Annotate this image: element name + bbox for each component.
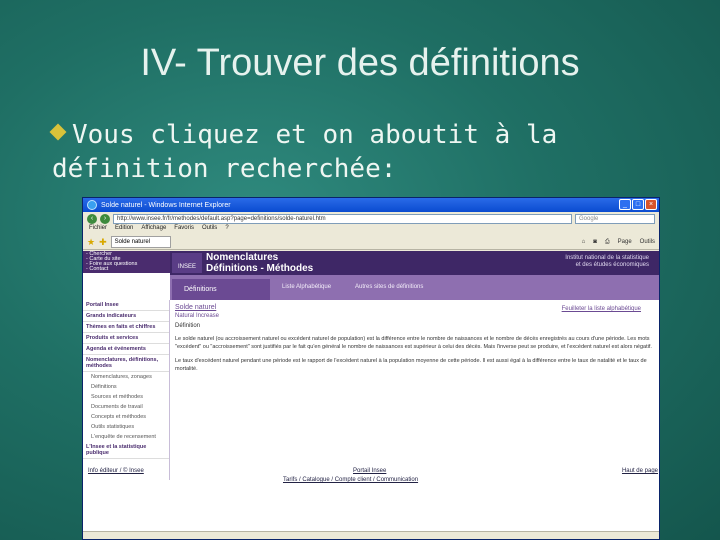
sidebar-item[interactable]: Documents de travail	[83, 402, 169, 412]
back-icon[interactable]: ‹	[87, 213, 97, 224]
browser-screenshot: Solde naturel - Windows Internet Explore…	[82, 197, 660, 540]
sidebar-item[interactable]: L'enquête de recensement	[83, 432, 169, 442]
minimize-icon[interactable]: _	[619, 199, 631, 210]
sidebar-item[interactable]: Nomenclatures, définitions, méthodes	[83, 355, 169, 372]
sidebar-item[interactable]: L'Insee et la statistique publique	[83, 442, 169, 459]
window-titlebar: Solde naturel - Windows Internet Explore…	[83, 198, 659, 212]
status-bar	[83, 531, 659, 539]
home-icon[interactable]: ⌂	[582, 239, 586, 246]
web-page: - Chercher - Carte du site - Foire aux q…	[83, 251, 659, 539]
menu-item[interactable]: Affichage	[141, 225, 166, 235]
site-banner: INSEE Nomenclatures Définitions - Méthod…	[170, 251, 659, 275]
menu-item[interactable]: Edition	[115, 225, 133, 235]
brand-line: Institut national de la statistique	[565, 255, 649, 261]
browse-alphabetical-link[interactable]: Feuilleter la liste alphabétique	[562, 306, 641, 312]
url-input[interactable]: http://www.insee.fr/fr/methodes/default.…	[113, 213, 572, 224]
section-heading: Définition	[175, 323, 201, 329]
menu-bar: Fichier Edition Affichage Favoris Outils…	[83, 225, 659, 235]
search-input[interactable]: Google	[575, 213, 655, 224]
section-nav: Définitions Liste Alphabétique Autres si…	[170, 275, 659, 300]
sidebar-item[interactable]: Portail Insee	[83, 300, 169, 311]
brand-line: et des études économiques	[575, 262, 649, 268]
menu-item[interactable]: Outils	[202, 225, 217, 235]
sidebar-item[interactable]: Outils statistiques	[83, 422, 169, 432]
favorites-star-icon[interactable]: ★	[87, 237, 95, 248]
maximize-icon[interactable]: □	[632, 199, 644, 210]
banner-title-2: Définitions - Méthodes	[206, 263, 314, 274]
sidebar-item[interactable]: Sources et méthodes	[83, 392, 169, 402]
slide-title: IV- Trouver des définitions	[140, 42, 580, 84]
left-sidebar: Portail Insee Grands indicateurs Thèmes en…	[83, 300, 170, 480]
footer-top-link[interactable]: Haut de page	[622, 468, 658, 474]
sidebar-item[interactable]: Produits et services	[83, 333, 169, 344]
bullet-line-1: Vous cliquez et on aboutit à la	[72, 120, 558, 150]
menu-item[interactable]: Favoris	[174, 225, 194, 235]
link-other-sites[interactable]: Autres sites de définitions	[355, 284, 423, 290]
address-bar: ‹ › http://www.insee.fr/fr/methodes/defa…	[83, 212, 659, 225]
insee-logo[interactable]: INSEE	[172, 253, 202, 273]
feeds-icon[interactable]: ◙	[593, 239, 597, 246]
definition-subtitle: Natural Increase	[175, 313, 220, 319]
footer-links[interactable]: Tarifs / Catalogue / Compte client / Com…	[283, 477, 418, 483]
menu-item[interactable]: Fichier	[89, 225, 107, 235]
sidebar-item[interactable]: Agenda et événements	[83, 344, 169, 355]
footer-portal-link[interactable]: Portail Insee	[353, 468, 386, 474]
favorites-toolbar: ★ ✚ Solde naturel ⌂ ◙ ⎙ Page Outils	[83, 235, 659, 250]
diamond-bullet-icon	[49, 123, 67, 141]
brand-text: Institut national de la statistique et d…	[565, 255, 649, 269]
browser-tab[interactable]: Solde naturel	[110, 236, 171, 248]
add-favorite-icon[interactable]: ✚	[99, 237, 107, 248]
sidebar-item[interactable]: Nomenclatures, zonages	[83, 372, 169, 382]
tools-menu[interactable]: Outils	[640, 239, 655, 246]
nav-link[interactable]: - Contact	[86, 266, 167, 272]
ie-logo-icon	[87, 200, 97, 210]
definition-paragraph: Le solde naturel (ou accroissement natur…	[175, 336, 652, 350]
bullet-text: Vous cliquez et on aboutit à la définiti…	[52, 118, 672, 186]
link-alphabetical[interactable]: Liste Alphabétique	[282, 284, 331, 290]
tab-definitions[interactable]: Définitions	[172, 279, 270, 300]
menu-item[interactable]: ?	[225, 225, 228, 235]
sidebar-item[interactable]: Grands indicateurs	[83, 311, 169, 322]
forward-icon[interactable]: ›	[100, 213, 110, 224]
window-controls: _ □ ×	[619, 199, 657, 210]
sidebar-item[interactable]: Thèmes en faits et chiffres	[83, 322, 169, 333]
window-title: Solde naturel - Windows Internet Explore…	[101, 201, 231, 209]
footer-info-link[interactable]: Info éditeur / © Insee	[88, 468, 144, 474]
definition-paragraph: Le taux d'excédent naturel pendant une p…	[175, 358, 647, 372]
banner-title-1: Nomenclatures	[206, 252, 279, 263]
close-icon[interactable]: ×	[645, 199, 657, 210]
bullet-line-2: définition recherchée:	[52, 154, 397, 184]
toolbar-right: ⌂ ◙ ⎙ Page Outils	[582, 239, 655, 246]
top-left-nav: - Chercher - Carte du site - Foire aux q…	[83, 251, 170, 273]
page-menu[interactable]: Page	[618, 239, 632, 246]
print-icon[interactable]: ⎙	[605, 239, 610, 246]
sidebar-item[interactable]: Définitions	[83, 382, 169, 392]
sidebar-item[interactable]: Concepts et méthodes	[83, 412, 169, 422]
main-content: Solde naturel Natural Increase Feuillete…	[175, 304, 655, 373]
